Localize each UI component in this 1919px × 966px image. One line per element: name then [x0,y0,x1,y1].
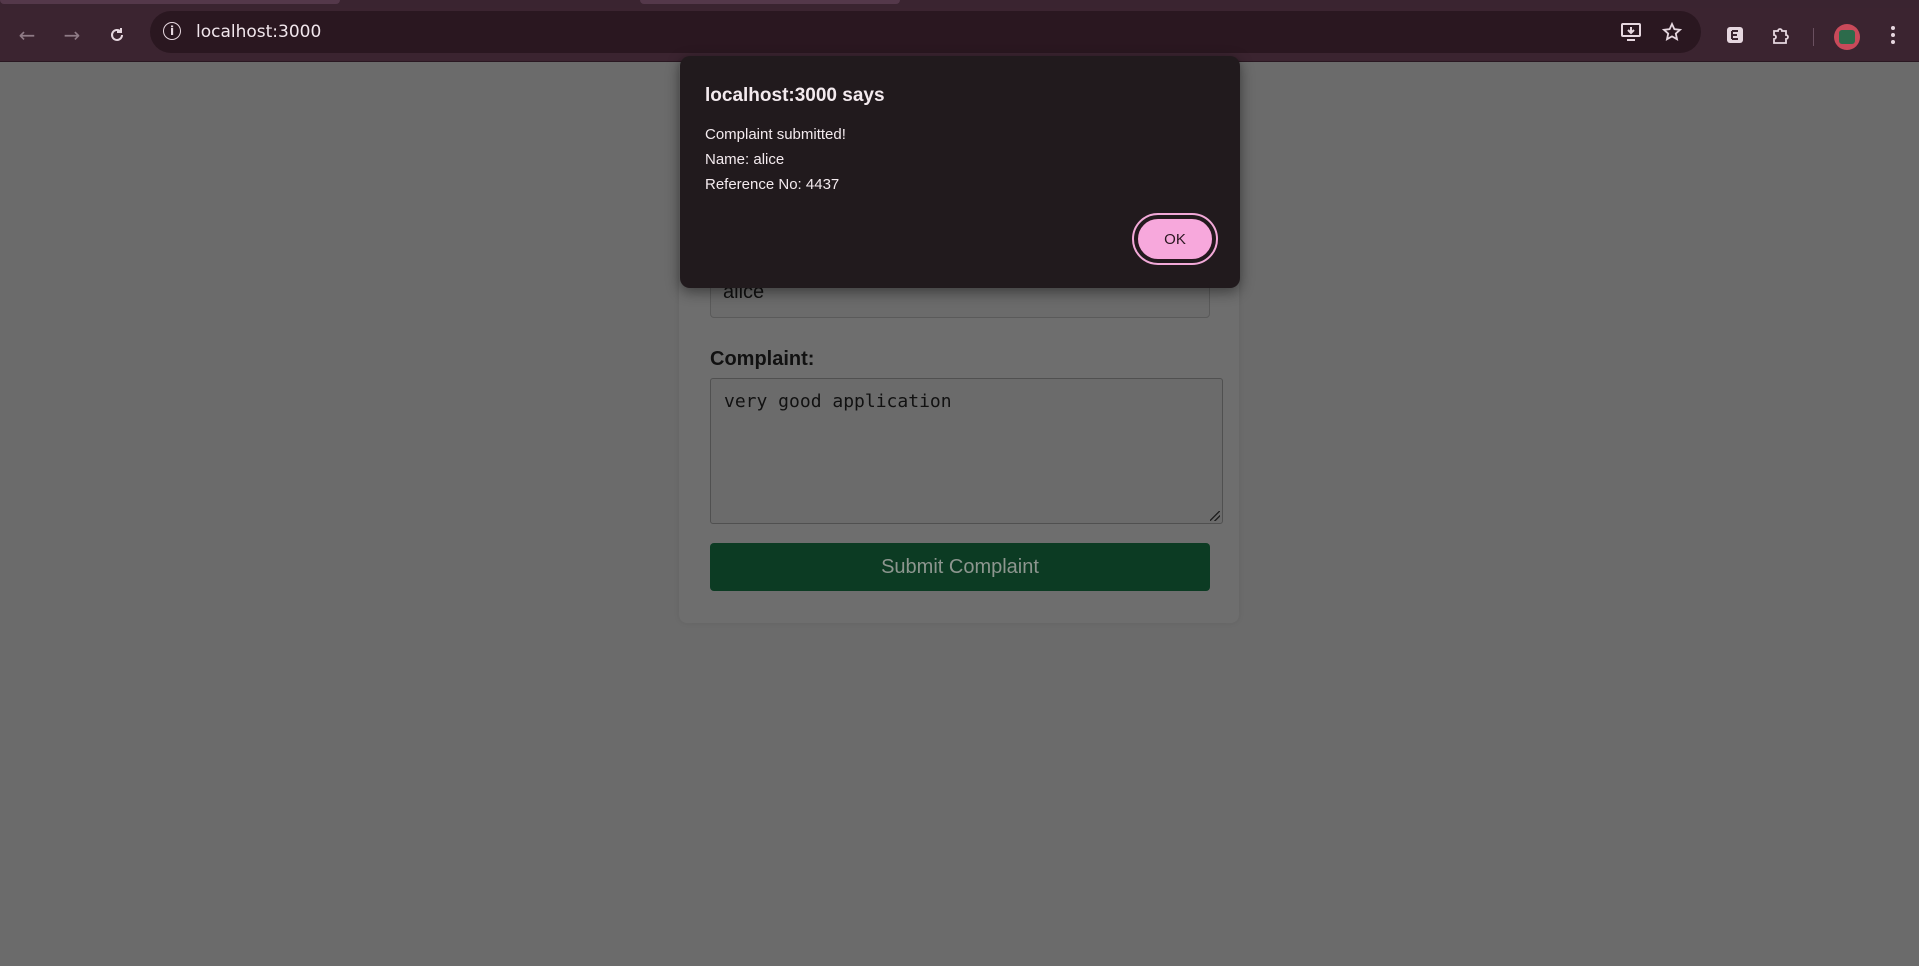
ok-button[interactable]: OK [1132,213,1218,265]
alert-dialog: localhost:3000 says Complaint submitted!… [680,56,1240,288]
address-bar[interactable]: i localhost:3000 [150,11,1701,53]
dialog-message-line: Complaint submitted! [705,126,846,143]
bookmark-button[interactable] [1659,19,1685,45]
star-icon [1662,22,1682,41]
browser-menu-button[interactable] [1878,20,1908,50]
submit-complaint-button[interactable]: Submit Complaint [710,543,1210,591]
arrow-left-icon: ← [18,23,36,47]
avatar-image [1839,30,1855,44]
more-vertical-icon [1891,26,1895,44]
install-app-icon [1621,23,1641,41]
forward-button[interactable]: → [57,20,87,50]
site-info-icon[interactable]: i [163,22,181,40]
back-button[interactable]: ← [12,20,42,50]
puzzle-icon [1773,28,1789,44]
ok-button-label: OK [1137,218,1213,260]
dialog-message-line: Reference No: 4437 [705,176,840,193]
browser-toolbar: ← → i localhost:3000 [0,8,1919,62]
install-app-button[interactable] [1618,19,1644,45]
arrow-right-icon: → [63,23,81,47]
tab-edge [0,0,340,4]
dialog-title: localhost:3000 says [705,85,885,106]
extension-e-icon [1727,27,1743,43]
extension-button[interactable] [1720,20,1750,50]
reload-icon [111,28,123,41]
profile-avatar[interactable] [1834,24,1860,50]
resize-grip-icon[interactable] [1210,511,1220,521]
complaint-textarea[interactable]: very good application [710,378,1223,524]
dialog-message-line: Name: alice [705,151,785,168]
complaint-label: Complaint: [710,348,815,370]
reload-button[interactable] [102,20,132,50]
tab-edge [640,0,900,4]
url-text: localhost:3000 [196,22,322,42]
complaint-text: very good application [724,391,952,412]
toolbar-separator [1813,28,1814,46]
extensions-menu-button[interactable] [1766,20,1796,50]
